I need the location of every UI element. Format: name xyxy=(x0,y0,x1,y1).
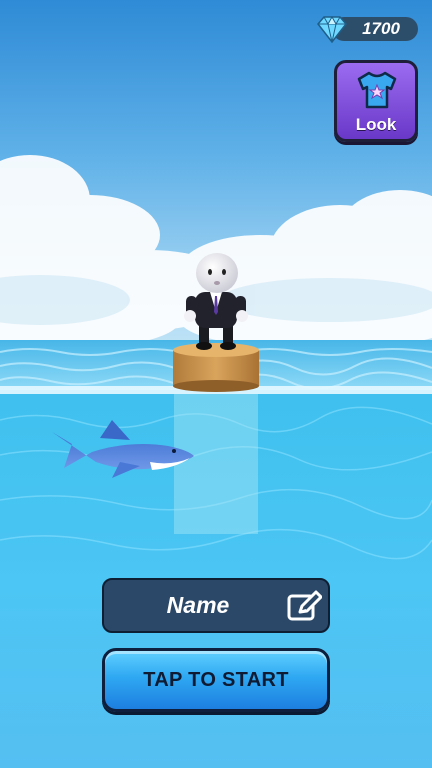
player-name-label: Name xyxy=(166,592,230,618)
player-name-field[interactable]: Name xyxy=(102,578,330,633)
look-button[interactable]: Look xyxy=(334,60,418,142)
gem-counter: 1700 xyxy=(312,14,418,44)
tap-to-start-button[interactable]: TAP TO START xyxy=(102,648,330,712)
tshirt-star-icon xyxy=(357,71,397,109)
diamond-icon xyxy=(317,15,347,44)
look-label: Look xyxy=(355,115,397,134)
podium-reflection xyxy=(174,394,258,534)
gem-count: 1700 xyxy=(362,19,400,38)
tap-to-start-label: TAP TO START xyxy=(143,669,289,691)
podium xyxy=(173,343,259,392)
edit-pencil-icon[interactable] xyxy=(286,590,322,622)
